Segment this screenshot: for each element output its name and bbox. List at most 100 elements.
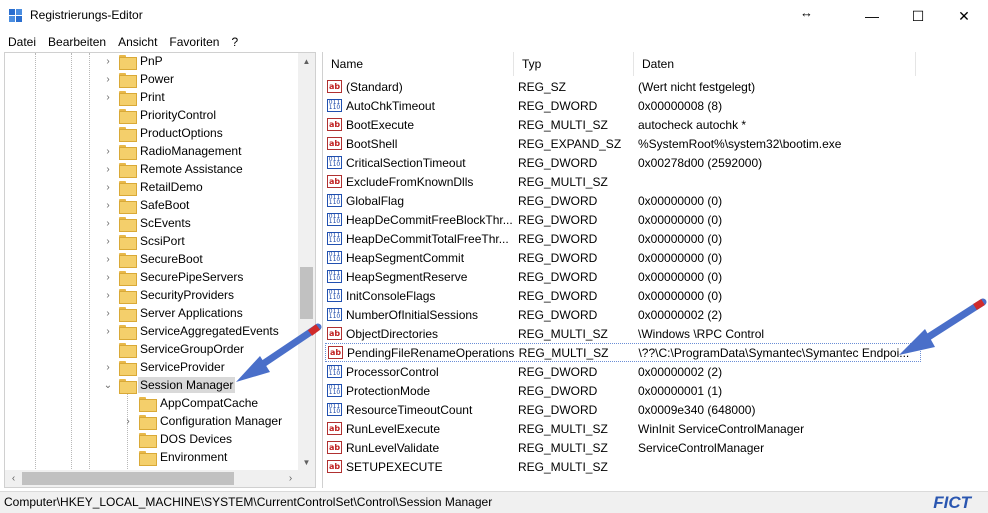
tree-item[interactable]: › PnP <box>103 53 163 70</box>
value-row[interactable]: ab PendingFileRenameOperations REG_MULTI_S… <box>325 343 921 362</box>
value-type: REG_MULTI_SZ <box>518 117 608 132</box>
tree-item[interactable]: › SafeBoot <box>103 196 189 214</box>
tree-item[interactable]: ⌄ Session Manager <box>103 376 236 394</box>
value-row[interactable]: 011 110 NumberOfInitialSessions REG_DWORD 0… <box>325 305 925 324</box>
value-row[interactable]: 011 110 HeapSegmentCommit REG_DWORD 0x00000… <box>325 248 925 267</box>
tree-vertical-scroll-thumb[interactable] <box>300 267 313 319</box>
registry-tree[interactable]: › PnP › Power › Print PriorityControl ProductOp… <box>4 52 316 488</box>
tree-child-item[interactable]: AppCompatCache <box>123 394 258 412</box>
chevron-right-icon[interactable]: › <box>103 182 113 193</box>
chevron-right-icon[interactable]: › <box>103 272 113 283</box>
menu-ansicht[interactable]: Ansicht <box>112 33 163 51</box>
value-row[interactable]: 011 110 AutoChkTimeout REG_DWORD 0x00000008… <box>325 96 925 115</box>
tree-item-label: ServiceAggregatedEvents <box>140 324 279 338</box>
value-name-cell: 011 110 GlobalFlag <box>325 194 518 208</box>
tree-item[interactable]: › ServiceProvider <box>103 358 225 376</box>
close-button[interactable]: ✕ <box>941 0 987 32</box>
tree-item[interactable]: ProductOptions <box>103 124 223 142</box>
value-row[interactable]: ab ExcludeFromKnownDlls REG_MULTI_SZ <box>325 172 925 191</box>
chevron-right-icon[interactable]: › <box>123 416 133 427</box>
tree-item-label: Remote Assistance <box>140 162 243 176</box>
value-row[interactable]: 011 110 GlobalFlag REG_DWORD 0x00000000 (0) <box>325 191 925 210</box>
chevron-right-icon[interactable]: › <box>103 74 113 85</box>
menu-datei[interactable]: Datei <box>2 33 42 51</box>
tree-child-item[interactable]: › Configuration Manager <box>123 412 282 430</box>
folder-icon <box>119 108 137 124</box>
tree-item[interactable]: › Print <box>103 88 165 106</box>
scroll-down-icon[interactable]: ▼ <box>298 454 315 471</box>
tree-item[interactable]: › SecurePipeServers <box>103 268 243 286</box>
tree-item[interactable]: › RadioManagement <box>103 142 241 160</box>
values-list[interactable]: Name Typ Daten ab (Standard) REG_SZ (Wert n… <box>322 52 988 488</box>
value-row[interactable]: 011 110 InitConsoleFlags REG_DWORD 0x000000… <box>325 286 925 305</box>
binary-value-icon: 011 110 <box>327 308 342 321</box>
chevron-right-icon[interactable]: › <box>103 236 113 247</box>
binary-value-icon: 011 110 <box>327 365 342 378</box>
chevron-right-icon[interactable]: › <box>103 56 113 67</box>
chevron-right-icon[interactable]: › <box>103 362 113 373</box>
tree-item[interactable]: PriorityControl <box>103 106 216 124</box>
chevron-right-icon[interactable]: › <box>103 200 113 211</box>
tree-vertical-scrollbar[interactable]: ▲ ▼ <box>298 53 315 471</box>
chevron-right-icon[interactable]: › <box>103 254 113 265</box>
value-row[interactable]: ab ObjectDirectories REG_MULTI_SZ \Windows … <box>325 324 925 343</box>
status-bar: Computer\HKEY_LOCAL_MACHINE\SYSTEM\Curre… <box>0 491 988 513</box>
maximize-button[interactable]: ☐ <box>895 0 941 32</box>
value-row[interactable]: 011 110 HeapDeCommitFreeBlockThr... REG_DW… <box>325 210 925 229</box>
minimize-button[interactable]: — <box>849 0 895 32</box>
menu-favoriten[interactable]: Favoriten <box>163 33 225 51</box>
chevron-right-icon[interactable]: › <box>103 164 113 175</box>
value-name-cell: ab ObjectDirectories <box>325 327 518 341</box>
tree-item[interactable]: › ServiceAggregatedEvents <box>103 322 279 340</box>
value-row[interactable]: 011 110 ProcessorControl REG_DWORD 0x000000… <box>325 362 925 381</box>
folder-icon <box>119 144 137 160</box>
column-header-name[interactable]: Name <box>323 52 514 76</box>
chevron-right-icon[interactable]: › <box>103 326 113 337</box>
value-row[interactable]: 011 110 HeapSegmentReserve REG_DWORD 0x0000… <box>325 267 925 286</box>
column-header-data[interactable]: Daten <box>634 52 916 76</box>
tree-item[interactable]: › SecureBoot <box>103 250 203 268</box>
chevron-right-icon[interactable]: › <box>103 92 113 103</box>
menu-help[interactable]: ? <box>225 33 244 51</box>
tree-item[interactable]: › ScEvents <box>103 214 191 232</box>
value-name: ResourceTimeoutCount <box>346 402 473 417</box>
tree-item[interactable]: › Remote Assistance <box>103 160 243 178</box>
tree-item[interactable]: › RetailDemo <box>103 178 203 196</box>
value-name-cell: ab RunLevelValidate <box>325 441 518 455</box>
chevron-right-icon[interactable]: › <box>103 218 113 229</box>
binary-value-icon: 011 110 <box>327 251 342 264</box>
value-row[interactable]: ab BootExecute REG_MULTI_SZ autocheck autoc… <box>325 115 925 134</box>
tree-horizontal-scrollbar[interactable]: ‹ › <box>5 470 315 487</box>
value-row[interactable]: ab RunLevelValidate REG_MULTI_SZ ServiceCon… <box>325 438 925 457</box>
value-row[interactable]: 011 110 HeapDeCommitTotalFreeThr... REG_DW… <box>325 229 925 248</box>
tree-item[interactable]: › ScsiPort <box>103 232 185 250</box>
value-row[interactable]: ab BootShell REG_EXPAND_SZ %SystemRoot%\sys… <box>325 134 925 153</box>
tree-item[interactable]: › Server Applications <box>103 304 243 322</box>
value-data: 0x00000000 (0) <box>638 269 723 284</box>
value-row[interactable]: ab RunLevelExecute REG_MULTI_SZ WinInit Ser… <box>325 419 925 438</box>
scroll-right-icon[interactable]: › <box>282 470 299 487</box>
value-name-cell: 011 110 HeapDeCommitTotalFreeThr... <box>325 232 518 246</box>
chevron-right-icon[interactable]: › <box>103 146 113 157</box>
tree-item[interactable]: › SecurityProviders <box>103 286 234 304</box>
column-header-type[interactable]: Typ <box>514 52 634 76</box>
chevron-down-icon[interactable]: ⌄ <box>103 380 113 391</box>
tree-item-label: ProductOptions <box>140 126 223 140</box>
tree-child-item[interactable]: Environment <box>123 448 227 466</box>
tree-item[interactable]: ServiceGroupOrder <box>103 340 244 358</box>
value-row[interactable]: ab SETUPEXECUTE REG_MULTI_SZ <box>325 457 925 476</box>
tree-child-item[interactable]: DOS Devices <box>123 430 232 448</box>
value-row[interactable]: 011 110 ResourceTimeoutCount REG_DWORD 0x00… <box>325 400 925 419</box>
value-row[interactable]: 011 110 CriticalSectionTimeout REG_DWORD 0x… <box>325 153 925 172</box>
value-row[interactable]: 011 110 ProtectionMode REG_DWORD 0x00000001… <box>325 381 925 400</box>
value-row[interactable]: ab (Standard) REG_SZ (Wert nicht festgelegt… <box>325 77 925 96</box>
chevron-right-icon[interactable]: › <box>103 290 113 301</box>
tree-item[interactable]: › Power <box>103 70 174 88</box>
chevron-right-icon[interactable]: › <box>103 308 113 319</box>
scroll-up-icon[interactable]: ▲ <box>298 53 315 70</box>
tree-horizontal-scroll-thumb[interactable] <box>22 472 234 485</box>
menu-bearbeiten[interactable]: Bearbeiten <box>42 33 112 51</box>
value-name-cell: 011 110 HeapSegmentReserve <box>325 270 518 284</box>
folder-icon <box>119 288 137 304</box>
scroll-left-icon[interactable]: ‹ <box>5 470 22 487</box>
